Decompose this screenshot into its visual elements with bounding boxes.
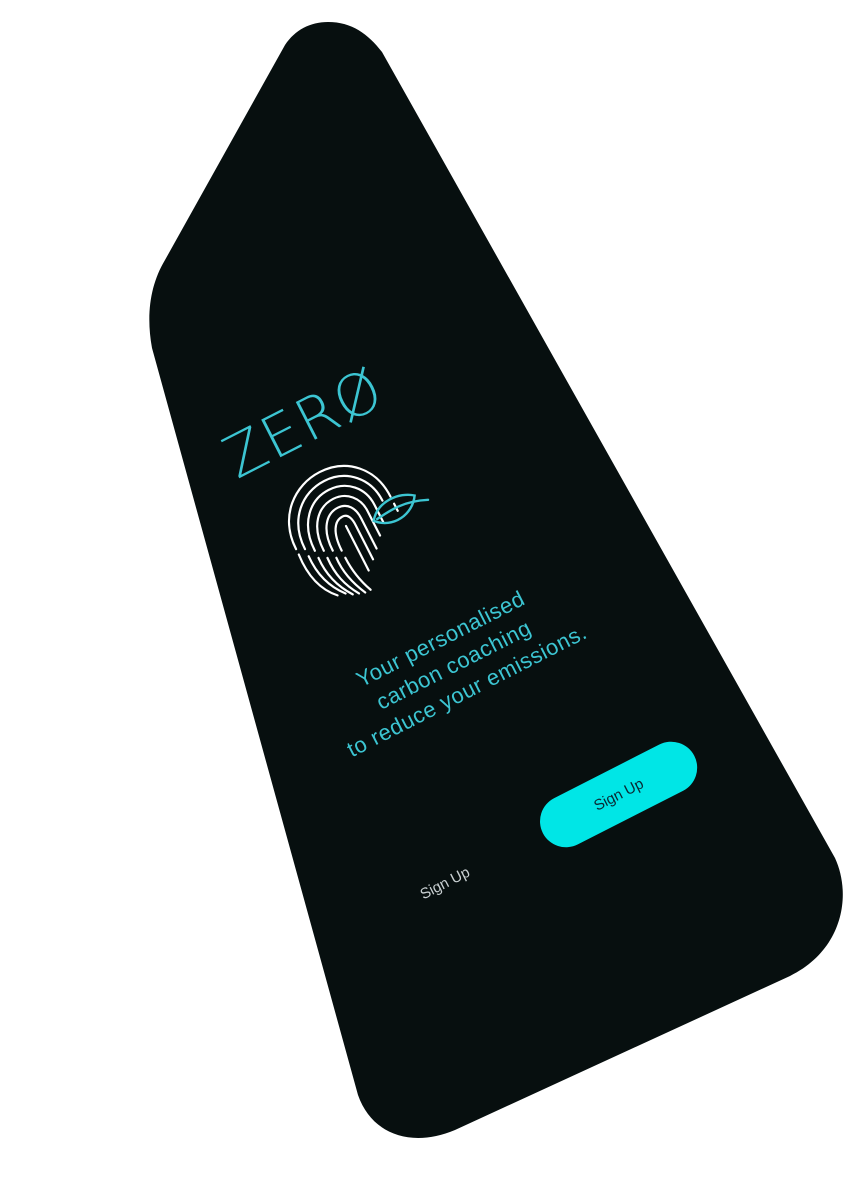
screen-background — [149, 22, 843, 1138]
app-screen: ZERØ Your personalised carbon coaching t… — [149, 22, 843, 1138]
